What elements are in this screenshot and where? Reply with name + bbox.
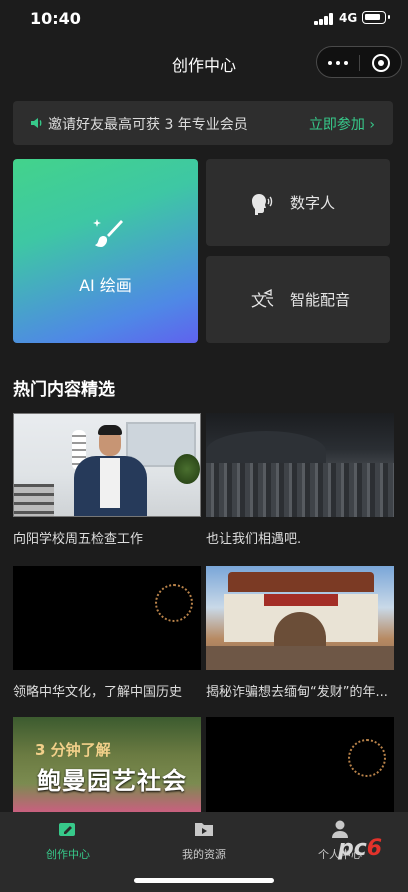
svg-text:文: 文: [251, 291, 267, 310]
miniprogram-capsule: [316, 46, 402, 78]
translate-icon: 文: [251, 288, 274, 310]
video-caption[interactable]: 领略中华文化，了解中国历史: [13, 681, 203, 700]
more-icon[interactable]: [328, 55, 350, 71]
tab-label: 创作中心: [46, 848, 90, 861]
close-miniprogram-icon[interactable]: [372, 54, 390, 72]
brush-icon: [93, 219, 123, 247]
status-bar: 10:40 4G: [0, 0, 408, 38]
section-title: 热门内容精选: [13, 380, 115, 400]
video-thumbnail[interactable]: [13, 566, 201, 670]
tab-label: 我的资源: [182, 848, 226, 861]
video-caption[interactable]: 揭秘诈骗想去缅甸“发财”的年...: [206, 681, 392, 700]
home-indicator: [134, 878, 274, 883]
join-now-link[interactable]: 立即参加 ›: [309, 114, 375, 134]
video-caption[interactable]: 也让我们相遇吧.: [206, 528, 396, 547]
battery-icon: [362, 11, 390, 24]
ai-paint-card[interactable]: AI 绘画: [13, 159, 198, 343]
thumbnail-overlay-text: 3 分钟了解: [35, 741, 111, 759]
video-caption[interactable]: 向阳学校周五检查工作: [13, 528, 203, 547]
video-thumbnail[interactable]: [206, 566, 394, 670]
voice-dub-label: 智能配音: [290, 291, 351, 309]
video-thumbnail[interactable]: [206, 413, 394, 517]
thumbnail-overlay-title: 鲍曼园艺社会: [37, 767, 187, 795]
video-thumbnail[interactable]: [13, 413, 201, 517]
status-time: 10:40: [30, 9, 81, 28]
folder-play-icon: [195, 823, 213, 836]
channel-logo: [155, 584, 193, 622]
speaker-icon: [31, 118, 42, 128]
create-icon: [59, 823, 75, 836]
network-type: 4G: [339, 11, 358, 25]
invite-text: 邀请好友最高可获 3 年专业会员: [48, 117, 248, 133]
tab-create-center[interactable]: 创作中心: [0, 820, 136, 862]
talking-head-icon: [252, 194, 273, 215]
channel-logo: [348, 739, 386, 777]
digital-human-card[interactable]: 数字人: [206, 159, 390, 246]
video-thumbnail[interactable]: 3 分钟了解 鲍曼园艺社会: [13, 717, 201, 812]
ai-paint-label: AI 绘画: [79, 276, 132, 295]
digital-human-label: 数字人: [290, 194, 336, 212]
site-watermark-logo: pc6: [338, 836, 383, 861]
video-thumbnail[interactable]: [206, 717, 394, 812]
voice-dub-card[interactable]: 文 智能配音: [206, 256, 390, 343]
tab-my-resources[interactable]: 我的资源: [136, 820, 272, 862]
invite-banner[interactable]: 邀请好友最高可获 3 年专业会员 立即参加 ›: [13, 101, 393, 145]
signal-icon: [314, 13, 334, 25]
